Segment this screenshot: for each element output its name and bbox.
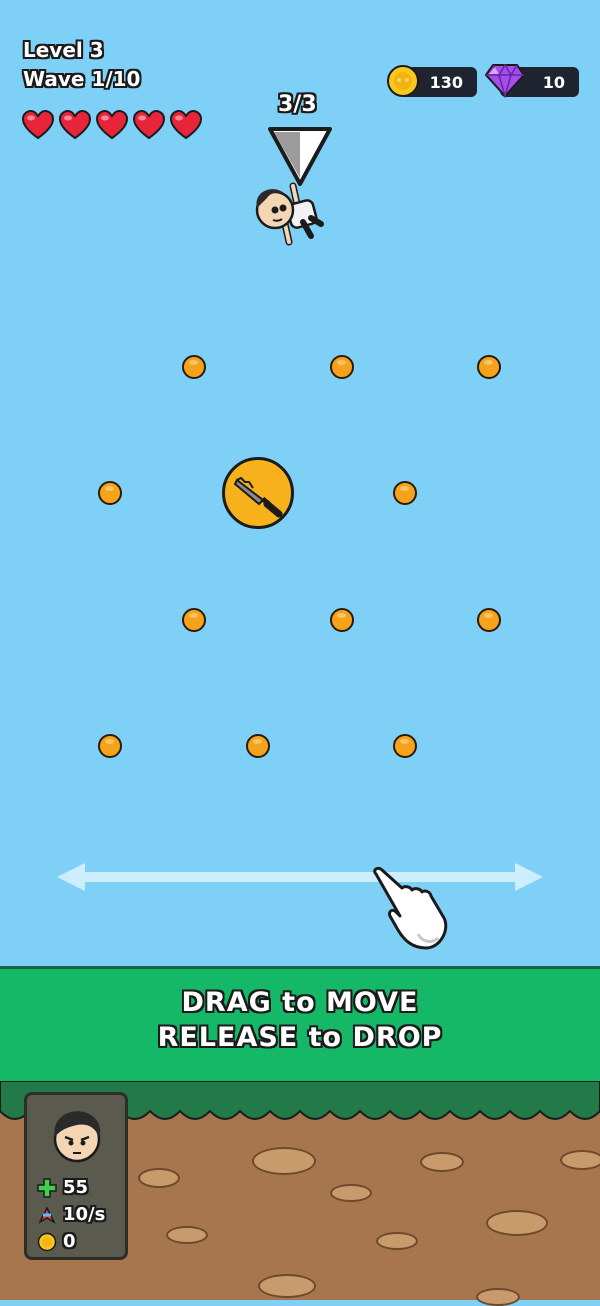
wave-label: Wave 1/10 [23, 67, 141, 91]
drop-counter: 3/3 [278, 92, 317, 117]
tutorial-banner: DRAG to MOVE RELEASE to DROP [0, 966, 600, 1084]
tutorial-line-2: RELEASE to DROP [157, 1022, 443, 1053]
health-value: 55 [63, 1177, 89, 1198]
tutorial-line-1: DRAG to MOVE [181, 987, 419, 1018]
coin-count: 130 [429, 72, 463, 92]
drag-direction-arrow [57, 863, 543, 891]
player-character-icon[interactable] [245, 180, 330, 250]
heart-icon [22, 110, 54, 140]
fire-rate-value: 10/s [63, 1204, 106, 1225]
fire-rate-icon [38, 1205, 56, 1224]
player-stats-panel: 55 10/s 0 [24, 1092, 128, 1260]
peg [477, 608, 501, 632]
health-stat: 55 [37, 1177, 88, 1198]
dropper-cone-icon[interactable] [267, 126, 333, 188]
peg [182, 355, 206, 379]
peg [477, 355, 501, 379]
level-label: Level 3 [23, 38, 104, 62]
health-plus-icon [37, 1177, 57, 1198]
coin-icon [37, 1232, 57, 1251]
pointing-hand-icon [373, 866, 448, 950]
heart-icon [133, 110, 165, 140]
knife-icon [233, 476, 283, 518]
peg [393, 481, 417, 505]
lives-hearts [22, 110, 202, 140]
weapon-pickup [222, 457, 294, 529]
gem-count: 10 [542, 72, 565, 92]
heart-icon [59, 110, 91, 140]
player-avatar [53, 1111, 101, 1163]
coin-value: 0 [63, 1231, 76, 1252]
peg [330, 355, 354, 379]
heart-icon [96, 110, 128, 140]
coin-stat: 0 [37, 1231, 76, 1252]
peg [246, 734, 270, 758]
heart-icon [170, 110, 202, 140]
fire-rate-stat: 10/s [37, 1204, 105, 1225]
peg [98, 734, 122, 758]
peg [330, 608, 354, 632]
peg [393, 734, 417, 758]
peg [98, 481, 122, 505]
gem-icon [485, 63, 525, 98]
coin-icon [387, 65, 419, 97]
peg [182, 608, 206, 632]
